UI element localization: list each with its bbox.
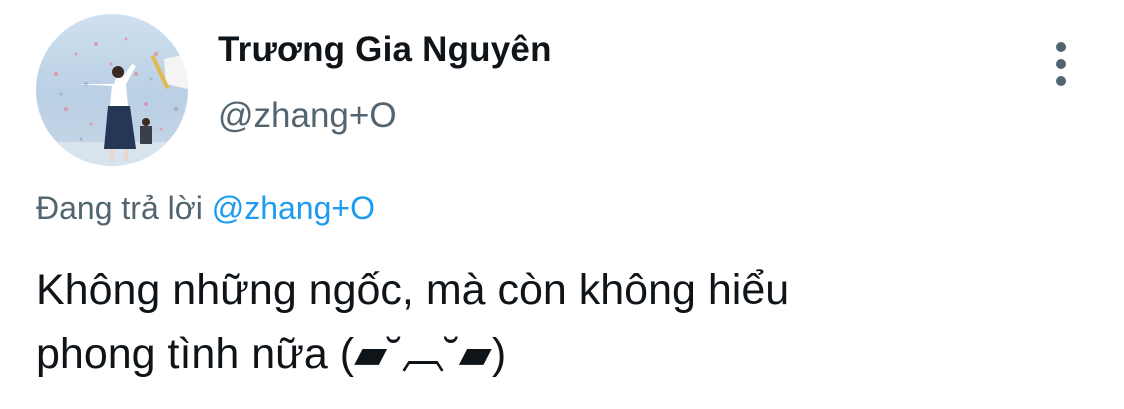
avatar-photo	[36, 37, 188, 166]
tweet-text-line-1: Không những ngốc, mà còn không hiểu	[36, 266, 790, 314]
more-vertical-icon[interactable]	[1046, 40, 1076, 88]
replying-to: Đang trả lời @zhang+O	[36, 190, 375, 227]
tweet-text-line-2: phong tình nữa (▰˘︹˘▰)	[36, 330, 507, 378]
reply-mention-link[interactable]: @zhang+O	[212, 190, 375, 226]
user-handle[interactable]: @zhang+O	[218, 96, 397, 136]
replying-to-label: Đang trả lời	[36, 190, 203, 226]
display-name[interactable]: Trương Gia Nguyên	[218, 30, 552, 70]
tweet-text: Không những ngốc, mà còn không hiểu phon…	[36, 258, 1096, 386]
avatar[interactable]	[36, 14, 188, 166]
